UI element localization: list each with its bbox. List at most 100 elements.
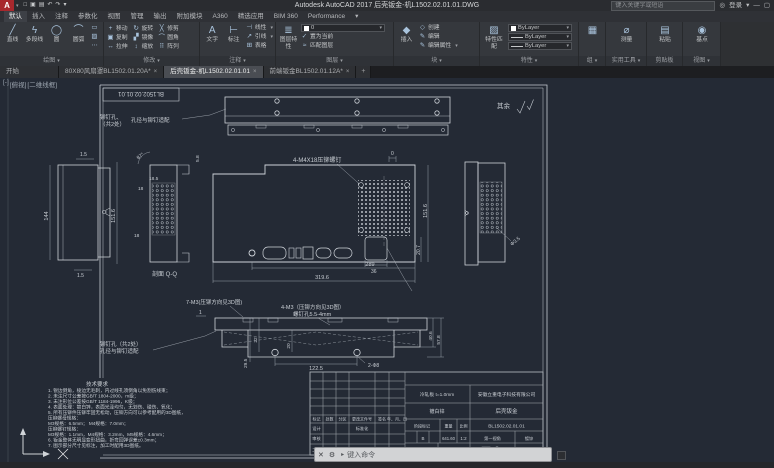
linear-button[interactable]: ⊣线性▾ bbox=[246, 24, 273, 32]
color-select[interactable]: ByLayer▾ bbox=[508, 24, 572, 32]
file-tab-rear-shell[interactable]: 后壳钣金-机L1502.02.01.01× bbox=[164, 66, 263, 78]
ribbon-minimize-icon[interactable]: ▾ bbox=[350, 11, 363, 22]
table-button[interactable]: ⊞表格 bbox=[246, 42, 273, 50]
minimize-icon[interactable]: — bbox=[753, 0, 760, 11]
undo-icon[interactable]: ↶ bbox=[47, 0, 52, 11]
file-tab-fan-cover[interactable]: 80X80风扇罩BL1502.01.20A*× bbox=[59, 66, 164, 78]
make-current-button[interactable]: ✓置为当前 bbox=[301, 33, 385, 41]
restore-icon[interactable]: ▢ bbox=[764, 0, 770, 11]
panel-title-annotate[interactable]: 注释▾ bbox=[200, 56, 275, 66]
start-tab[interactable]: 开始 bbox=[0, 66, 59, 78]
new-icon[interactable]: □ bbox=[24, 0, 28, 11]
command-line-grip[interactable] bbox=[557, 451, 566, 460]
polyline-button[interactable]: ϟ多段线 bbox=[25, 24, 44, 44]
customize-wrench-icon[interactable]: ⚙ bbox=[327, 451, 337, 459]
scale-button[interactable]: ↕缩放 bbox=[133, 43, 154, 51]
logo-dropdown-icon[interactable]: ▾ bbox=[16, 3, 19, 9]
signin-label[interactable]: 登录 bbox=[729, 0, 742, 11]
dimension-button[interactable]: ⊢标注 bbox=[224, 24, 242, 44]
tab-a360[interactable]: A360 bbox=[208, 11, 233, 22]
panel-title-groups[interactable]: 组▾ bbox=[579, 56, 605, 66]
search-icon[interactable]: ◎ bbox=[719, 0, 725, 11]
close-icon[interactable]: ✕ bbox=[315, 451, 327, 459]
qat-dropdown-icon[interactable]: ▾ bbox=[64, 0, 67, 11]
leader-button[interactable]: ↗引线▾ bbox=[246, 33, 273, 41]
view-control[interactable]: [俯视] bbox=[10, 79, 27, 89]
tab-bim360[interactable]: BIM 360 bbox=[269, 11, 303, 22]
rivet-annotation-bottom-1: 铆钉孔（共2处） bbox=[100, 340, 142, 348]
edit-block-button[interactable]: ✎编辑 bbox=[419, 33, 458, 41]
panel-title-layers[interactable]: 图层▾ bbox=[276, 56, 393, 66]
hatch-icon[interactable]: ▨ bbox=[91, 33, 98, 41]
circle-button[interactable]: ◯圆 bbox=[47, 24, 66, 44]
viewport-menu[interactable]: [-] bbox=[3, 79, 9, 89]
trim-button[interactable]: ╳修剪 bbox=[158, 25, 179, 33]
match-properties-button[interactable]: ▨特性匹配 bbox=[483, 24, 505, 50]
save-icon[interactable]: ▤ bbox=[39, 0, 45, 11]
panel-title-clipboard[interactable]: 剪贴板 bbox=[647, 56, 682, 66]
array-button[interactable]: ⠿阵列 bbox=[158, 43, 179, 51]
panel-title-view[interactable]: 视图▾ bbox=[683, 56, 720, 66]
tab-parametric[interactable]: 参数化 bbox=[73, 11, 103, 22]
tab-annotate[interactable]: 注释 bbox=[50, 11, 73, 22]
layer-select[interactable]: 0▾ bbox=[301, 24, 385, 32]
layer-properties-button[interactable]: ≣图层特性 bbox=[279, 24, 298, 50]
open-icon[interactable]: ▣ bbox=[30, 0, 36, 11]
signin-dropdown-icon[interactable]: ▾ bbox=[746, 0, 749, 11]
new-drawing-tab[interactable]: + bbox=[356, 66, 371, 78]
panel-title-modify[interactable]: 修改▾ bbox=[104, 56, 199, 66]
redo-icon[interactable]: ↷ bbox=[56, 0, 61, 11]
move-icon: + bbox=[107, 25, 114, 33]
base-button[interactable]: ◉基点 bbox=[693, 24, 712, 44]
quick-access-toolbar: □ ▣ ▤ ↶ ↷ ▾ bbox=[24, 0, 67, 11]
linetype-select[interactable]: ByLayer▾ bbox=[508, 33, 572, 41]
close-icon[interactable]: × bbox=[346, 66, 350, 78]
panel-expand-icon: ▾ bbox=[340, 58, 343, 64]
command-input[interactable]: 键入命令 bbox=[344, 450, 375, 460]
svg-text:标准化: 标准化 bbox=[356, 425, 369, 432]
help-search-input[interactable]: 键入关键字或短语 bbox=[611, 1, 715, 11]
more-draw-icon[interactable]: ⋯ bbox=[91, 42, 98, 50]
drawing-canvas[interactable]: [-] [俯视] [二维线框] BL1502.02.01.01 其余 bbox=[0, 78, 774, 462]
match-layer-button[interactable]: ≈匹配图层 bbox=[301, 42, 385, 50]
copy-button[interactable]: ▣复制 bbox=[107, 34, 128, 42]
command-line[interactable]: ✕ ⚙ ▸ 键入命令 bbox=[314, 447, 552, 462]
move-button[interactable]: +移动 bbox=[107, 25, 128, 33]
mirror-button[interactable]: ▞镜像 bbox=[133, 34, 154, 42]
line-button[interactable]: ╱直线 bbox=[3, 24, 22, 44]
panel-clipboard: ▤粘贴 剪贴板 bbox=[647, 22, 683, 66]
tab-default[interactable]: 默认 bbox=[4, 11, 27, 22]
tab-addins[interactable]: 附加模块 bbox=[172, 11, 208, 22]
svg-text:BL1502.02.01.01: BL1502.02.01.01 bbox=[488, 424, 525, 430]
lineweight-select[interactable]: ByLayer▾ bbox=[508, 42, 572, 50]
visual-style-control[interactable]: [二维线框] bbox=[27, 79, 57, 89]
autocad-logo[interactable]: A bbox=[0, 0, 14, 11]
tab-output[interactable]: 输出 bbox=[149, 11, 172, 22]
dim-151-6-main: 151.6 bbox=[423, 204, 429, 218]
insert-button[interactable]: ◆插入 bbox=[397, 24, 416, 44]
fillet-button[interactable]: ⌒圆角 bbox=[158, 34, 179, 42]
text-button[interactable]: A文字 bbox=[203, 24, 221, 44]
measure-button[interactable]: ⌀测量 bbox=[617, 24, 636, 44]
stretch-button[interactable]: ↔拉伸 bbox=[107, 43, 128, 51]
edit-attribute-button[interactable]: ✎编辑属性▾ bbox=[419, 42, 458, 50]
tab-insert[interactable]: 插入 bbox=[27, 11, 50, 22]
svg-text:镀锌: 镀锌 bbox=[525, 435, 534, 442]
panel-title-block[interactable]: 块▾ bbox=[394, 56, 479, 66]
arc-button[interactable]: ⌒圆弧 bbox=[69, 24, 88, 44]
tab-performance[interactable]: Performance bbox=[303, 11, 350, 22]
panel-title-draw[interactable]: 绘图▾ bbox=[0, 56, 103, 66]
group-button[interactable]: ▦ bbox=[583, 24, 602, 37]
tab-featured-apps[interactable]: 精选应用 bbox=[233, 11, 269, 22]
panel-title-properties[interactable]: 特性▾ bbox=[480, 56, 578, 66]
rectangle-icon[interactable]: ▭ bbox=[91, 24, 98, 32]
paste-button[interactable]: ▤粘贴 bbox=[656, 24, 675, 44]
close-icon[interactable]: × bbox=[154, 66, 158, 78]
close-icon[interactable]: × bbox=[253, 66, 257, 78]
tab-view[interactable]: 视图 bbox=[103, 11, 126, 22]
create-block-button[interactable]: ◇创建 bbox=[419, 24, 458, 32]
rotate-button[interactable]: ↻旋转 bbox=[133, 25, 154, 33]
panel-title-utilities[interactable]: 实用工具▾ bbox=[606, 56, 646, 66]
file-tab-front-panel[interactable]: 前端钣金BL1502.01.12A*× bbox=[264, 66, 357, 78]
tab-manage[interactable]: 管理 bbox=[126, 11, 149, 22]
